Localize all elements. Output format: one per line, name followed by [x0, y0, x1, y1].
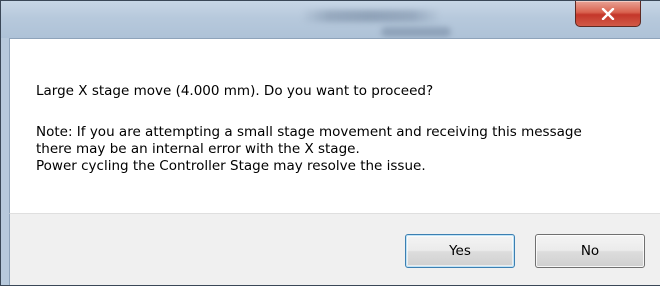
note-line-1: Note: If you are attempting a small stag…	[36, 124, 582, 140]
close-x-icon	[601, 7, 615, 20]
dialog-message: Large X stage move (4.000 mm). Do you wa…	[36, 83, 434, 99]
blurred-background-text	[301, 10, 441, 22]
note-line-2: there may be an internal error with the …	[36, 141, 360, 157]
note-line-3: Power cycling the Controller Stage may r…	[36, 158, 426, 174]
window-frame-left	[1, 38, 9, 285]
no-button[interactable]: No	[535, 234, 645, 268]
close-button[interactable]	[575, 1, 641, 27]
title-bar[interactable]	[1, 1, 660, 38]
yes-button[interactable]: Yes	[405, 234, 515, 268]
message-dialog: Large X stage move (4.000 mm). Do you wa…	[0, 0, 660, 286]
dialog-content: Large X stage move (4.000 mm). Do you wa…	[9, 38, 660, 213]
blurred-background-text	[381, 27, 451, 37]
dialog-button-bar: Yes No	[9, 213, 660, 285]
